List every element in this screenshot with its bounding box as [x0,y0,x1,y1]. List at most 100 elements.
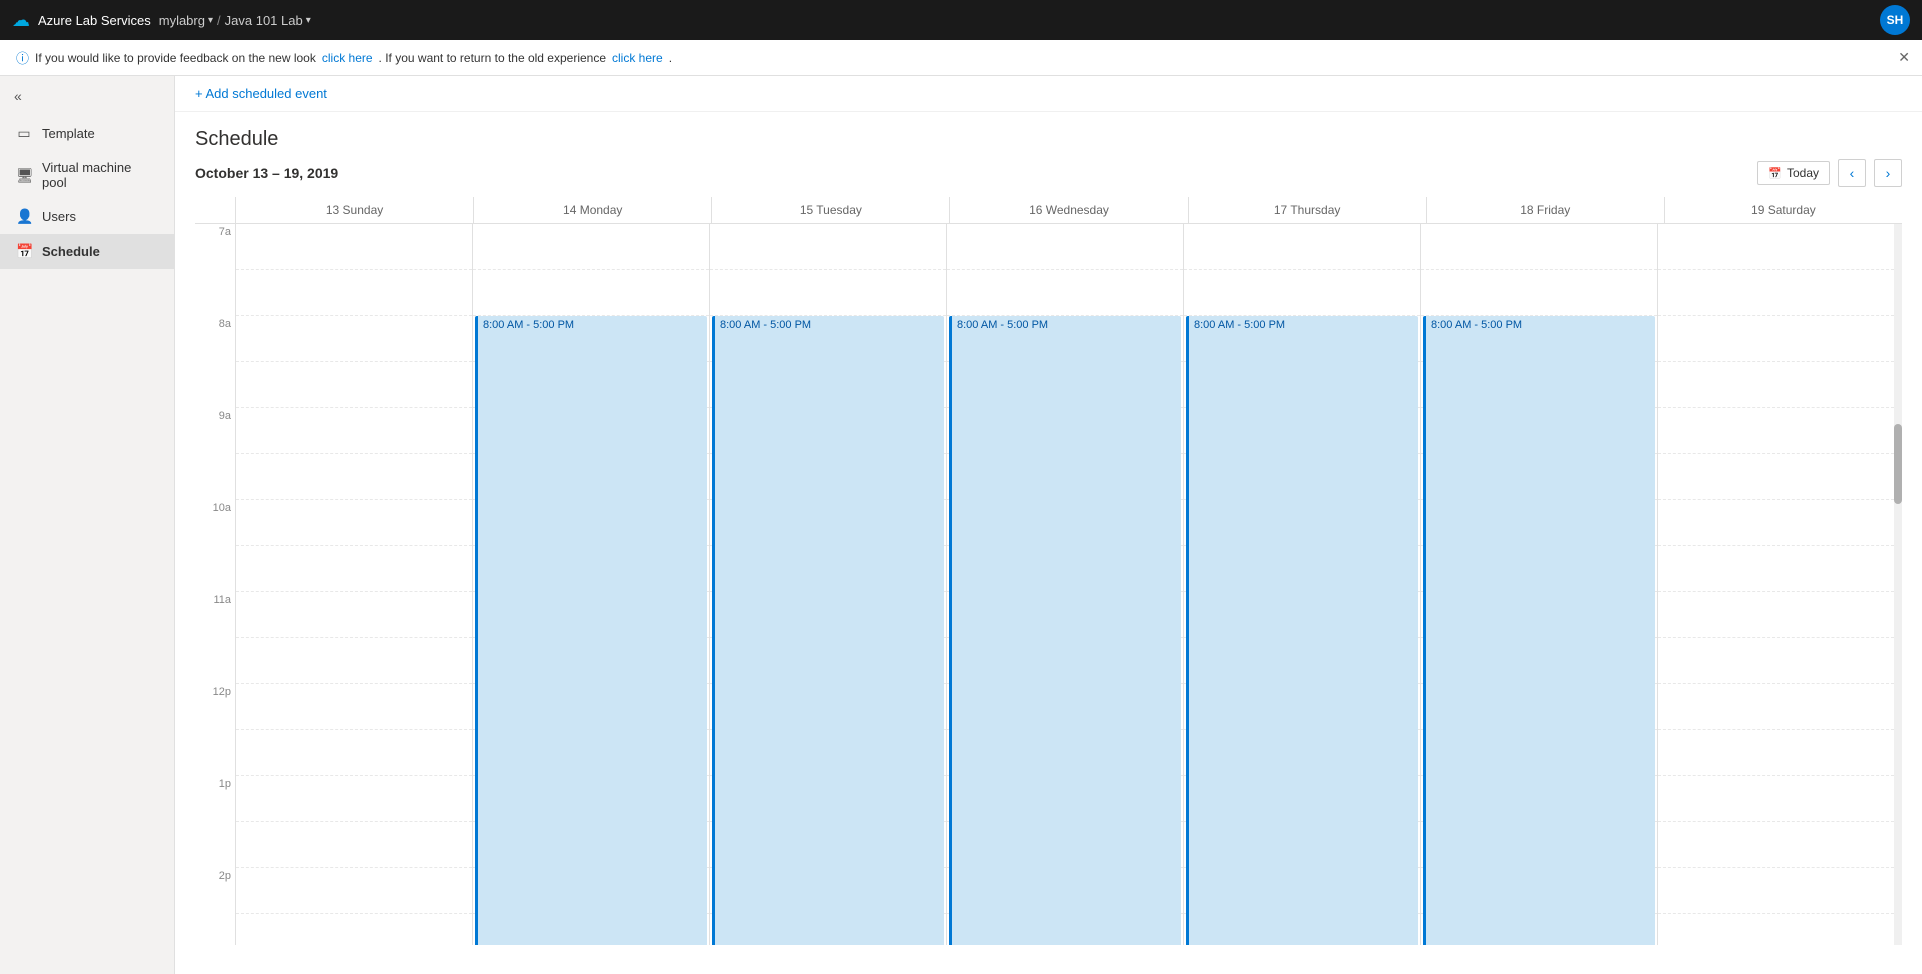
time-12p: 12p [195,684,235,730]
day-header-saturday: 19 Saturday [1664,197,1902,223]
sidebar-item-users-label: Users [42,209,76,224]
friday-event-label: 8:00 AM - 5:00 PM [1431,319,1522,331]
sunday-slot-1 [236,270,472,316]
main-content: + Add scheduled event Schedule October 1… [175,76,1922,974]
breadcrumb-java-lab-chevron: ▾ [306,15,311,26]
sunday-slot-6 [236,500,472,546]
sidebar-item-template-label: Template [42,126,95,141]
top-navigation: ☁ Azure Lab Services mylabrg ▾ / Java 10… [0,0,1922,40]
day-column-wednesday: 8:00 AM - 5:00 PM ↻ [946,224,1183,945]
day-column-monday: 8:00 AM - 5:00 PM ↻ [472,224,709,945]
sunday-slot-4 [236,408,472,454]
calendar-wrapper: 13 Sunday 14 Monday 15 Tuesday 16 Wednes… [195,197,1902,945]
sunday-slot-7 [236,546,472,592]
sidebar-collapse-button[interactable]: « [10,84,26,108]
day-column-sunday [235,224,472,945]
info-bar: ⓘ If you would like to provide feedback … [0,40,1922,76]
today-button[interactable]: 📅 Today [1757,161,1830,185]
sidebar: « ▭ Template 🖥 Virtual machine pool 👤 Us… [0,76,175,974]
schedule-icon: 📅 [16,243,32,260]
next-week-button[interactable]: › [1874,159,1902,187]
day-column-thursday: 8:00 AM - 5:00 PM ↻ [1183,224,1420,945]
time-9a-half [195,454,235,500]
breadcrumb: mylabrg ▾ / Java 101 Lab ▾ [159,13,311,28]
day-column-friday: 8:00 AM - 5:00 PM ↻ [1420,224,1657,945]
time-8a: 8a [195,316,235,362]
breadcrumb-mylabrg-label: mylabrg [159,13,205,28]
date-nav-row: October 13 – 19, 2019 📅 Today ‹ › [195,159,1902,187]
user-avatar[interactable]: SH [1880,5,1910,35]
monday-event[interactable]: 8:00 AM - 5:00 PM [475,316,707,945]
sunday-slot-2 [236,316,472,362]
today-calendar-icon: 📅 [1768,167,1782,180]
time-gutter: 7a 8a 9a 10a 11a 12p 1p 2 [195,224,235,945]
infobar-text3: . [669,51,672,65]
vm-pool-icon: 🖥 [16,167,32,184]
sunday-slot-14 [236,868,472,914]
calendar-days-header: 13 Sunday 14 Monday 15 Tuesday 16 Wednes… [195,197,1902,224]
sunday-slot-12 [236,776,472,822]
time-7a-half [195,270,235,316]
add-scheduled-event-button[interactable]: + Add scheduled event [195,86,327,101]
time-10a: 10a [195,500,235,546]
tuesday-event[interactable]: 8:00 AM - 5:00 PM [712,316,944,945]
monday-event-label: 8:00 AM - 5:00 PM [483,319,574,331]
scrollbar-track[interactable] [1894,224,1902,945]
sidebar-item-template[interactable]: ▭ Template [0,116,174,151]
time-12p-half [195,730,235,776]
day-header-sunday: 13 Sunday [235,197,473,223]
time-1p: 1p [195,776,235,822]
time-1p-half [195,822,235,868]
time-9a: 9a [195,408,235,454]
day-header-thursday: 17 Thursday [1188,197,1426,223]
breadcrumb-separator: / [217,13,221,28]
calendar-body[interactable]: 7a 8a 9a 10a 11a 12p 1p 2 [195,224,1902,945]
add-scheduled-event-label: + Add scheduled event [195,86,327,101]
sunday-slot-9 [236,638,472,684]
schedule-navigation: 📅 Today ‹ › [1757,159,1902,187]
info-icon: ⓘ [16,48,29,67]
breadcrumb-java-lab-label: Java 101 Lab [225,13,303,28]
infobar-link2[interactable]: click here [612,51,663,65]
topnav-left: ☁ Azure Lab Services mylabrg ▾ / Java 10… [12,10,311,31]
infobar-link1[interactable]: click here [322,51,373,65]
day-header-friday: 18 Friday [1426,197,1664,223]
time-11a-half [195,638,235,684]
sidebar-item-vm-pool-label: Virtual machine pool [42,160,158,190]
today-label: Today [1787,166,1819,180]
sunday-slot-5 [236,454,472,500]
infobar-close-button[interactable]: ✕ [1898,49,1910,66]
monday-slot-1 [473,270,709,316]
time-11a: 11a [195,592,235,638]
time-10a-half [195,546,235,592]
sidebar-item-users[interactable]: 👤 Users [0,199,174,234]
brand: ☁ Azure Lab Services [12,10,151,31]
time-8a-half [195,362,235,408]
sidebar-item-vm-pool[interactable]: 🖥 Virtual machine pool [0,151,174,199]
day-column-saturday [1657,224,1894,945]
days-grid: 8:00 AM - 5:00 PM ↻ [235,224,1894,945]
wednesday-event-label: 8:00 AM - 5:00 PM [957,319,1048,331]
sidebar-item-schedule-label: Schedule [42,244,100,259]
sidebar-item-schedule[interactable]: 📅 Schedule [0,234,174,269]
date-range-label: October 13 – 19, 2019 [195,165,338,181]
sunday-slot-15 [236,914,472,945]
main-toolbar: + Add scheduled event [175,76,1922,112]
prev-week-button[interactable]: ‹ [1838,159,1866,187]
day-header-wednesday: 16 Wednesday [949,197,1187,223]
infobar-text2: . If you want to return to the old exper… [379,51,606,65]
template-icon: ▭ [16,125,32,142]
day-header-monday: 14 Monday [473,197,711,223]
schedule-header: Schedule [195,112,1902,159]
day-column-tuesday: 8:00 AM - 5:00 PM ↻ [709,224,946,945]
sunday-slot-3 [236,362,472,408]
time-2p: 2p [195,868,235,914]
breadcrumb-mylabrg[interactable]: mylabrg ▾ [159,13,213,28]
wednesday-event[interactable]: 8:00 AM - 5:00 PM [949,316,1181,945]
thursday-event[interactable]: 8:00 AM - 5:00 PM [1186,316,1418,945]
sunday-slot-0 [236,224,472,270]
scrollbar-thumb[interactable] [1894,424,1902,504]
friday-event[interactable]: 8:00 AM - 5:00 PM [1423,316,1655,945]
breadcrumb-java-lab[interactable]: Java 101 Lab ▾ [225,13,311,28]
sidebar-collapse-area: « [0,76,174,116]
